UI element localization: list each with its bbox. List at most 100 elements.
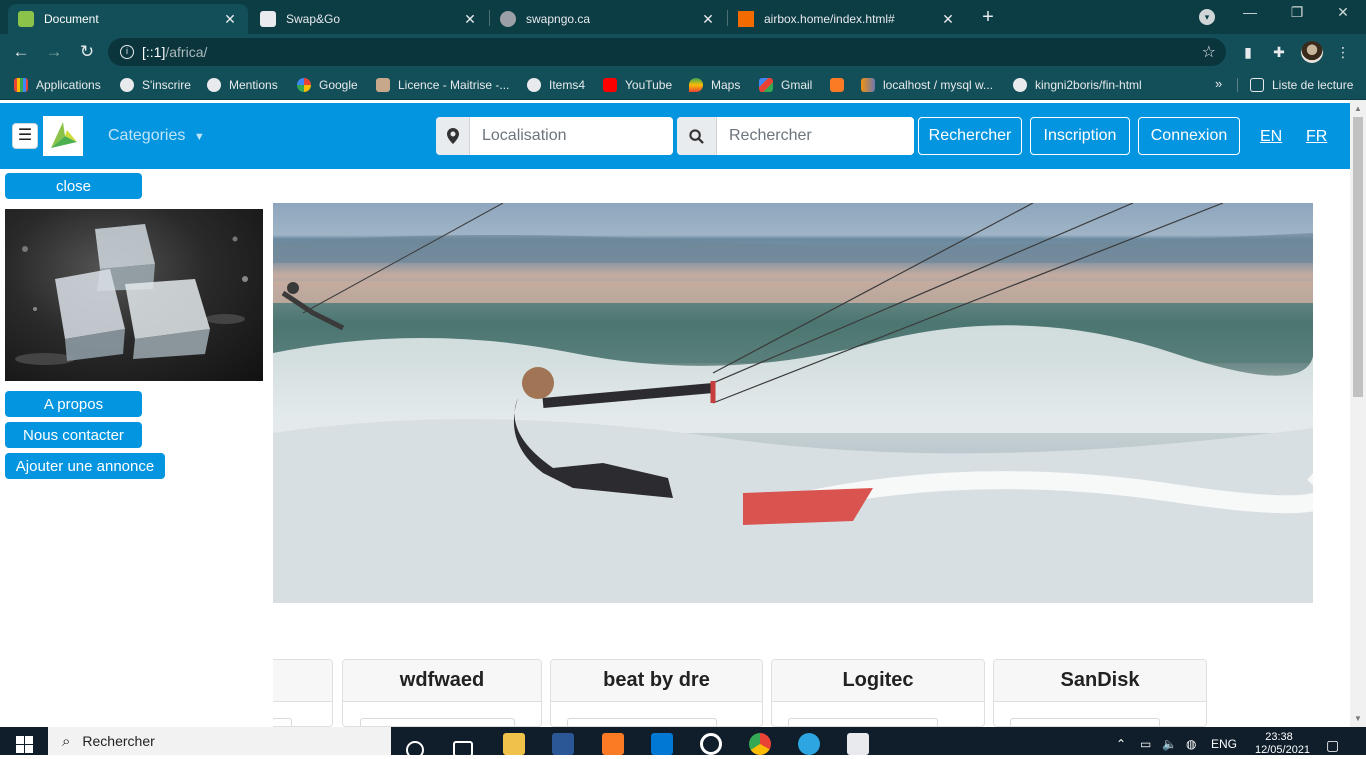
- caret-down-icon: ▼: [193, 131, 205, 143]
- tab-search-dropdown-icon[interactable]: ▾: [1199, 9, 1215, 25]
- language-indicator[interactable]: ENG: [1211, 737, 1237, 751]
- bookmark-applications[interactable]: Applications: [14, 76, 101, 94]
- location-input[interactable]: [470, 117, 673, 155]
- info-icon[interactable]: i: [120, 45, 134, 59]
- swapgo-logo[interactable]: [43, 116, 83, 156]
- card-thumbnail: [272, 718, 292, 726]
- file-explorer-icon[interactable]: [503, 733, 525, 755]
- forward-arrow-icon[interactable]: →: [43, 41, 65, 63]
- tab-title: Document: [44, 12, 99, 26]
- broken-image-icon: [360, 718, 515, 726]
- taskbar-search-box[interactable]: ⌕ Rechercher: [48, 727, 391, 755]
- bookmark-label: Google: [319, 78, 358, 92]
- sidebar-close-button[interactable]: close: [5, 173, 142, 199]
- new-tab-plus-icon[interactable]: +: [976, 6, 1000, 30]
- search-button[interactable]: Rechercher: [918, 117, 1022, 155]
- windows-start-icon[interactable]: [16, 736, 33, 753]
- scrollbar-thumb[interactable]: [1353, 117, 1363, 397]
- network-globe-icon[interactable]: ◍: [1186, 737, 1196, 751]
- bookmark-google[interactable]: Google: [297, 76, 358, 94]
- reading-list[interactable]: Liste de lecture: [1250, 76, 1353, 94]
- sidebar-contact-button[interactable]: Nous contacter: [5, 422, 142, 448]
- tab-swapgo[interactable]: Swap&Go ✕: [250, 4, 488, 34]
- close-icon[interactable]: ✕: [462, 11, 478, 28]
- signup-button[interactable]: Inscription: [1030, 117, 1130, 155]
- back-arrow-icon[interactable]: ←: [10, 41, 32, 63]
- login-button[interactable]: Connexion: [1138, 117, 1240, 155]
- battery-icon[interactable]: ▭: [1140, 737, 1151, 751]
- vscode-icon[interactable]: [651, 733, 673, 755]
- minimize-icon[interactable]: —: [1238, 4, 1262, 20]
- product-card[interactable]: wdfwaed: [342, 659, 542, 727]
- obs-icon[interactable]: [700, 733, 722, 755]
- product-card[interactable]: beat by dre: [550, 659, 763, 727]
- bookmark-sinscrire[interactable]: S'inscrire: [120, 76, 191, 94]
- video-editor-icon[interactable]: [847, 733, 869, 755]
- bookmark-mentions[interactable]: Mentions: [207, 76, 278, 94]
- bookmark-maps[interactable]: Maps: [689, 76, 740, 94]
- lang-fr-link[interactable]: FR: [1306, 128, 1327, 146]
- reading-list-label: Liste de lecture: [1272, 78, 1354, 92]
- close-window-icon[interactable]: ✕: [1331, 4, 1355, 21]
- card-header: [266, 660, 332, 702]
- hero-illustration: [273, 203, 1313, 603]
- tab-title: airbox.home/index.html#: [764, 12, 895, 26]
- product-card[interactable]: SanDisk: [993, 659, 1207, 727]
- page-scrollbar[interactable]: ▲ ▼: [1350, 100, 1366, 727]
- clipboard-icon[interactable]: ▮: [1238, 42, 1258, 62]
- reload-icon[interactable]: ↻: [76, 41, 98, 63]
- chrome-icon[interactable]: [749, 733, 771, 755]
- scroll-up-arrow-icon[interactable]: ▲: [1353, 104, 1363, 113]
- product-card[interactable]: Logitec: [771, 659, 985, 727]
- cortana-icon[interactable]: [406, 741, 424, 759]
- profile-avatar[interactable]: [1301, 41, 1323, 63]
- tray-chevron-up-icon[interactable]: ⌃: [1116, 737, 1126, 751]
- bookmark-label: Items4: [549, 78, 586, 92]
- sidebar-add-listing-button[interactable]: Ajouter une annonce: [5, 453, 165, 479]
- notifications-icon[interactable]: ▢: [1326, 737, 1339, 754]
- product-card-partial[interactable]: [265, 659, 333, 727]
- lang-en-link[interactable]: EN: [1260, 128, 1282, 146]
- restore-icon[interactable]: ❐: [1285, 4, 1309, 21]
- search-icon: ⌕: [62, 732, 71, 750]
- card-thumbnail: [567, 718, 717, 726]
- bookmark-licence[interactable]: Licence - Maitrise -...: [376, 76, 509, 94]
- telegram-icon[interactable]: [798, 733, 820, 755]
- search-icon: [677, 117, 717, 155]
- taskbar-clock[interactable]: 23:38 12/05/2021: [1255, 731, 1310, 757]
- tab-airbox[interactable]: airbox.home/index.html# ✕: [728, 4, 966, 34]
- bookmark-xampp[interactable]: [830, 76, 852, 94]
- xampp-icon[interactable]: [602, 733, 624, 755]
- bookmark-github[interactable]: kingni2boris/fin-html: [1013, 76, 1142, 94]
- search-input[interactable]: [717, 117, 914, 155]
- close-icon[interactable]: ✕: [940, 11, 956, 28]
- globe-icon: [527, 78, 541, 92]
- extensions-puzzle-icon[interactable]: ✚: [1269, 42, 1289, 62]
- hamburger-menu-icon[interactable]: ☰: [12, 123, 38, 149]
- categories-dropdown[interactable]: Categories ▼: [108, 127, 205, 145]
- document-favicon-icon: [18, 11, 34, 27]
- bookmark-gmail[interactable]: Gmail: [759, 76, 812, 94]
- scroll-down-arrow-icon[interactable]: ▼: [1353, 714, 1363, 723]
- close-icon[interactable]: ✕: [700, 11, 716, 28]
- xampp-icon: [830, 78, 844, 92]
- google-icon: [297, 78, 311, 92]
- volume-icon[interactable]: 🔈: [1162, 737, 1177, 751]
- bookmark-star-icon[interactable]: ☆: [1202, 42, 1216, 62]
- bookmark-phpmyadmin[interactable]: localhost / mysql w...: [861, 76, 993, 94]
- bookmark-youtube[interactable]: YouTube: [603, 76, 672, 94]
- menu-kebab-icon[interactable]: ⋮: [1333, 42, 1353, 62]
- word-icon[interactable]: [552, 733, 574, 755]
- more-bookmarks-chevron-icon[interactable]: »: [1215, 76, 1222, 91]
- address-bar[interactable]: i [::1]/africa/ ☆: [108, 38, 1226, 66]
- bookmark-label: Licence - Maitrise -...: [398, 78, 510, 92]
- maps-pin-icon: [689, 78, 703, 92]
- url-host: [::1]: [142, 44, 166, 60]
- github-icon: [1013, 78, 1027, 92]
- bookmark-items4[interactable]: Items4: [527, 76, 585, 94]
- close-icon[interactable]: ✕: [222, 11, 238, 28]
- tab-swapngo[interactable]: swapngo.ca ✕: [490, 4, 726, 34]
- browser-tab-strip: Document ✕ Swap&Go ✕ swapngo.ca ✕ airbox…: [0, 0, 1366, 34]
- sidebar-about-button[interactable]: A propos: [5, 391, 142, 417]
- tab-document[interactable]: Document ✕: [8, 4, 248, 34]
